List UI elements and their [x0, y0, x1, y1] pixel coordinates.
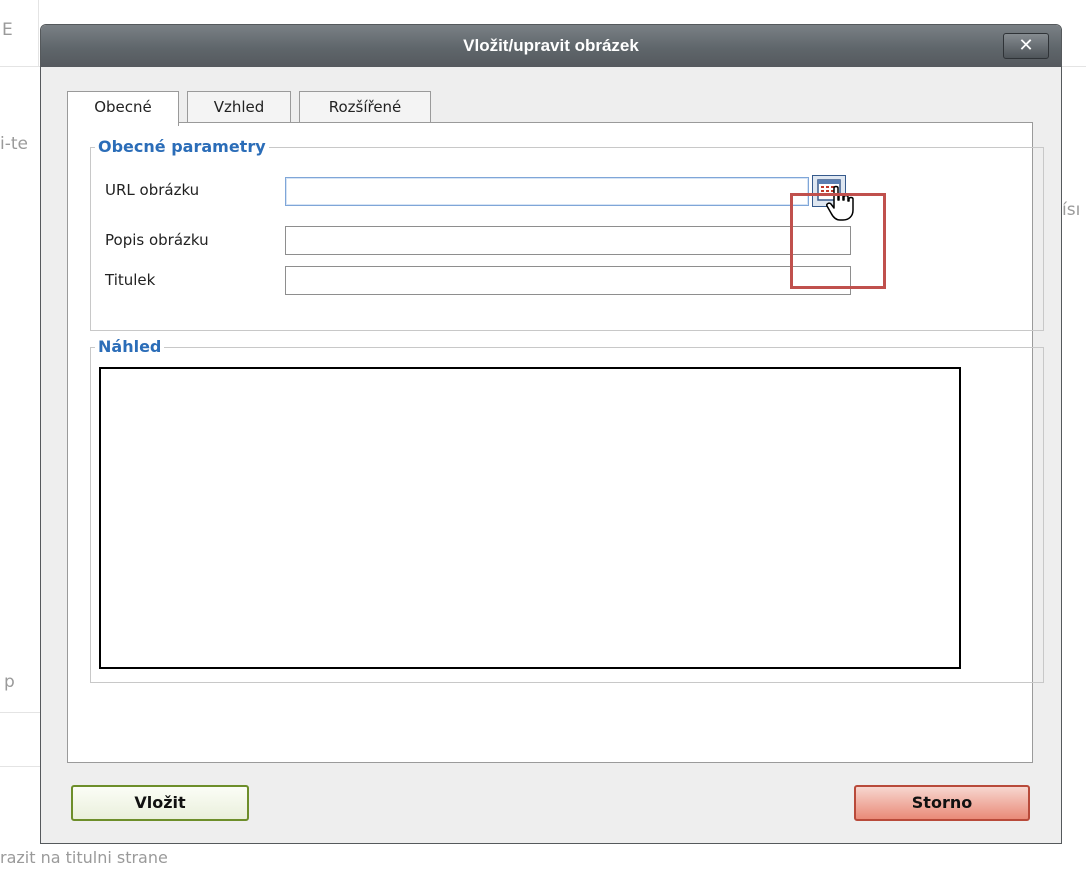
close-icon: ✕	[1018, 35, 1034, 56]
description-label: Popis obrázku	[105, 231, 209, 249]
close-button[interactable]: ✕	[1003, 33, 1049, 59]
title-label: Titulek	[105, 271, 156, 289]
tab-advanced-label: Rozšířené	[328, 98, 402, 116]
bg-left-fragment: i-te	[0, 134, 28, 154]
preview-fieldset: Náhled	[90, 337, 1044, 683]
url-label: URL obrázku	[105, 181, 200, 199]
general-parameters-fieldset: Obecné parametry URL obrázku Popis obráz…	[90, 137, 1044, 331]
bg-top-fragment: E	[2, 20, 13, 40]
tab-panel-general: Obecné parametry URL obrázku Popis obráz…	[67, 122, 1044, 763]
bg-bottom-text: razit na titulni strane	[0, 848, 168, 867]
tab-appearance[interactable]: Vzhled	[187, 91, 291, 124]
tab-appearance-label: Vzhled	[213, 98, 265, 116]
title-input[interactable]	[285, 266, 851, 295]
dialog-titlebar[interactable]: Vložit/upravit obrázek ✕	[41, 25, 1061, 67]
cancel-button[interactable]: Storno	[854, 785, 1030, 821]
description-input[interactable]	[285, 226, 851, 255]
url-input[interactable]	[285, 177, 809, 206]
tab-general[interactable]: Obecné	[67, 91, 179, 126]
tab-advanced[interactable]: Rozšířené	[299, 91, 431, 124]
general-parameters-legend: Obecné parametry	[95, 137, 269, 157]
insert-button[interactable]: Vložit	[71, 785, 249, 821]
tab-general-label: Obecné	[94, 98, 152, 116]
preview-legend: Náhled	[95, 337, 165, 357]
preview-area	[99, 367, 961, 669]
bg-tab-divider	[38, 0, 39, 66]
bg-divider	[0, 766, 40, 767]
bg-divider	[0, 712, 40, 713]
dialog-title: Vložit/upravit obrázek	[463, 36, 639, 55]
bg-side-fragment: p	[4, 672, 15, 692]
cancel-button-label: Storno	[911, 793, 973, 812]
image-dialog: Vložit/upravit obrázek ✕ Obecné Vzhled R…	[40, 24, 1062, 844]
bg-right-fragment: ísı	[1062, 200, 1081, 220]
highlight-frame	[790, 193, 886, 289]
insert-button-label: Vložit	[134, 793, 186, 812]
